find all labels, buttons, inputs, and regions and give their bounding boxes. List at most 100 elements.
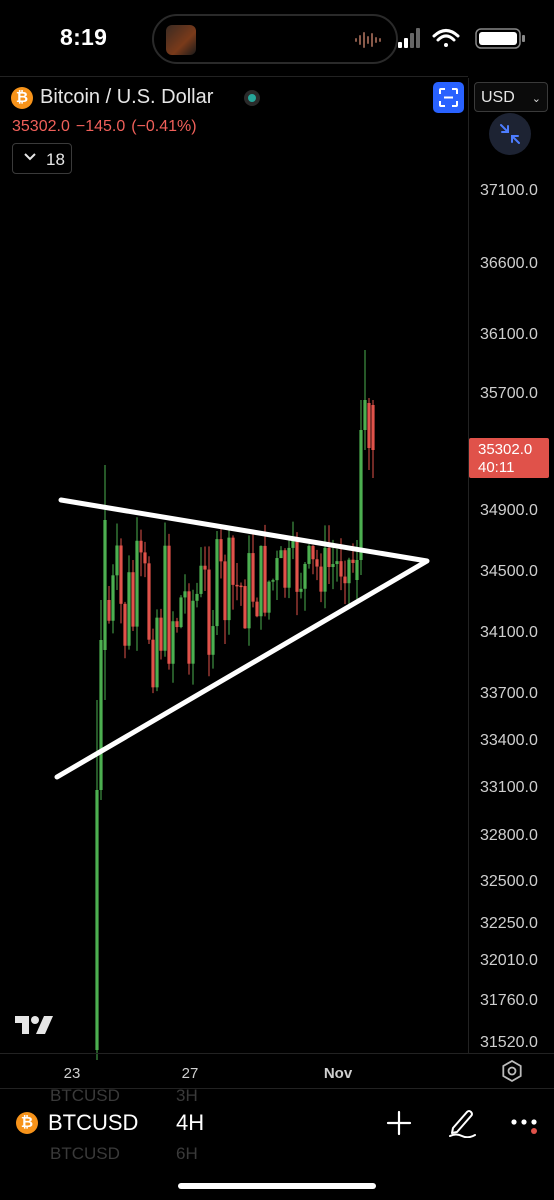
candle-body [207, 569, 211, 655]
home-indicator [178, 1183, 376, 1189]
candle-body [263, 545, 267, 613]
candle-body [175, 621, 179, 628]
candle-body [219, 539, 223, 562]
more-icon[interactable] [510, 1112, 538, 1136]
candle-body [339, 561, 343, 577]
bitcoin-icon: ₿ [16, 1112, 38, 1134]
candle-body [195, 593, 199, 601]
candle-body [171, 621, 175, 664]
candle-body [159, 617, 163, 651]
symbol-picker-next: BTCUSD [50, 1144, 120, 1163]
candle-body [139, 540, 143, 553]
interval-picker-prev: 3H [176, 1086, 198, 1105]
header-divider [0, 76, 468, 77]
price-axis-tick: 34900.0 [480, 502, 538, 519]
price-axis-tick: 33400.0 [480, 732, 538, 749]
price-change-percent: (−0.41%) [131, 118, 197, 135]
price-axis-tick: 33700.0 [480, 685, 538, 702]
candle-body [259, 545, 263, 617]
candle-body [187, 591, 191, 664]
candle-body [299, 588, 303, 592]
candle-body [279, 550, 283, 559]
candle-body [103, 520, 107, 650]
candle-body [211, 626, 215, 655]
candle-body [267, 581, 271, 613]
candle-body [115, 545, 119, 576]
tradingview-logo[interactable] [14, 1014, 54, 1036]
last-price-value: 35302.0 [478, 441, 533, 458]
candle-body [303, 563, 307, 589]
candle-body [183, 591, 187, 598]
price-axis-tick: 32500.0 [480, 873, 538, 890]
candle-body [179, 597, 183, 628]
candle-body [155, 617, 159, 688]
time-axis-divider [0, 1053, 554, 1054]
candle-body [239, 585, 243, 588]
time-axis-tick: 23 [64, 1065, 81, 1082]
candle-body [107, 600, 111, 621]
candle-body [319, 566, 323, 592]
indicators-toggle-button[interactable]: 18 [12, 143, 72, 174]
candle-body [191, 600, 195, 664]
candle-body [275, 558, 279, 581]
price-axis-divider [468, 78, 469, 1053]
price-axis-tick: 34500.0 [480, 563, 538, 580]
candle-body [231, 537, 235, 585]
price-axis-tick: 31520.0 [480, 1034, 538, 1051]
gear-icon[interactable] [500, 1059, 524, 1083]
plus-icon[interactable] [386, 1110, 412, 1136]
candle-body [143, 552, 147, 564]
candle-body [227, 537, 231, 621]
candle-body [359, 430, 363, 560]
candle-body [347, 559, 351, 584]
candle-body [255, 601, 259, 617]
time-axis-tick: Nov [324, 1065, 353, 1082]
currency-value: USD [481, 89, 515, 106]
candle-body [351, 559, 355, 564]
market-status-dot[interactable] [244, 90, 260, 106]
candle-body [247, 553, 251, 629]
candle-body [167, 545, 171, 664]
candle-body [147, 563, 151, 640]
symbol-button[interactable]: BTCUSD [48, 1110, 138, 1136]
candle-body [355, 560, 359, 580]
price-chart[interactable]: 37100.0 36600.0 36100.0 35700.0 34900.0 34500… [0, 0, 554, 1090]
currency-select[interactable]: USD ⌄ [474, 82, 548, 112]
fullscreen-button[interactable] [433, 82, 464, 113]
candle-body [291, 540, 295, 548]
price-axis-tick: 31760.0 [480, 992, 538, 1009]
candle-body [235, 584, 239, 587]
price-axis-tick: 34100.0 [480, 624, 538, 641]
candle-body [127, 572, 131, 646]
candle-body [283, 550, 287, 588]
price-axis-tick: 36100.0 [480, 326, 538, 343]
price-axis-tick: 32800.0 [480, 827, 538, 844]
candle-body [243, 586, 247, 629]
symbol-title[interactable]: Bitcoin / U.S. Dollar [40, 86, 213, 109]
candle-body [307, 545, 311, 564]
candle-body [251, 553, 255, 602]
triangle-drawing [54, 497, 430, 780]
candle-body [311, 545, 315, 560]
price-summary: 35302.0 −145.0 (−0.41%) [12, 118, 203, 136]
symbol-picker-prev: BTCUSD [50, 1086, 120, 1105]
candle-body [123, 603, 127, 646]
candle-body [271, 580, 275, 582]
time-axis-tick: 27 [182, 1065, 199, 1082]
candle-body [119, 545, 123, 604]
price-axis-tick: 37100.0 [480, 182, 538, 199]
candle-body [203, 565, 207, 570]
interval-button[interactable]: 4H [176, 1110, 204, 1136]
price-change: −145.0 [75, 118, 126, 135]
last-price-label: 35302.0 40:11 [469, 438, 549, 478]
bitcoin-icon: ₿ [11, 87, 33, 109]
chevron-down-icon [24, 153, 36, 161]
candle-body [335, 561, 339, 565]
price-axis-tick: 32010.0 [480, 952, 538, 969]
bar-countdown: 40:11 [478, 459, 515, 476]
compress-scale-button[interactable] [489, 113, 531, 155]
candle-body [111, 575, 115, 621]
interval-picker-next: 6H [176, 1144, 198, 1163]
pen-icon[interactable] [447, 1106, 477, 1138]
candle-body [363, 400, 367, 430]
